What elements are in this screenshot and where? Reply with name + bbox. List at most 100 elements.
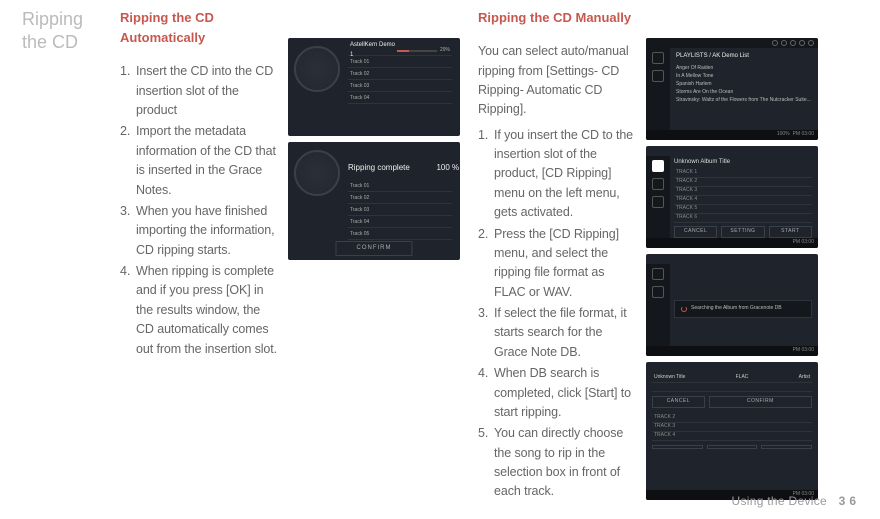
- figure-playlist: PLAYLISTS / AK Demo List Anger Of Raiden…: [646, 38, 818, 140]
- searching-label: Searching the Album from Gracenote DB: [691, 305, 782, 313]
- track-item[interactable]: TRACK 2: [654, 414, 675, 422]
- confirm-panel: Unknown Title FLAC Artist CANCEL CONFIRM…: [652, 374, 812, 488]
- playlist-list: PLAYLISTS / AK Demo List Anger Of Raiden…: [676, 52, 812, 104]
- manual-step: If you insert the CD to the insertion sl…: [478, 126, 638, 223]
- topbar-icon: [790, 40, 796, 46]
- figure-ripping-menu: Unknown Album Title TRACK 1 TRACK 2 TRAC…: [646, 146, 818, 248]
- playlist-item[interactable]: Stravinsky: Waltz of the Flowers from Th…: [676, 96, 812, 104]
- left-nav: [646, 48, 670, 130]
- album-label: AstellKern Demo 1: [350, 41, 397, 60]
- track-label: Track 04: [350, 95, 369, 103]
- start-button[interactable]: START: [769, 226, 812, 238]
- auto-step: When ripping is complete and if you pres…: [120, 262, 280, 359]
- col-manual-text: Ripping the CD Manually You can select a…: [478, 8, 638, 504]
- auto-step: Insert the CD into the CD insertion slot…: [120, 62, 280, 120]
- playlist-item[interactable]: In A Mellow Tone: [676, 72, 812, 80]
- status-time: PM 03:00: [793, 347, 814, 355]
- ripping-complete-label: Ripping complete 100 %: [348, 162, 459, 174]
- status-time: PM 03:00: [793, 239, 814, 247]
- topbar-icon: [808, 40, 814, 46]
- track-item[interactable]: TRACK 4: [676, 196, 697, 204]
- nav-icon[interactable]: [652, 178, 664, 190]
- manual-step: You can directly choose the song to rip …: [478, 424, 638, 502]
- col-flac: FLAC: [736, 374, 749, 382]
- track-item[interactable]: TRACK 1: [676, 169, 697, 177]
- status-footer: PM 03:00: [646, 346, 818, 356]
- status-footer: PM 03:00: [646, 238, 818, 248]
- manual-intro: You can select auto/manual ripping from …: [478, 42, 638, 120]
- album-header: Unknown Album Title: [674, 158, 812, 167]
- btn-placeholder[interactable]: [707, 445, 758, 449]
- progress-pct: 29%: [440, 47, 450, 55]
- track-item[interactable]: TRACK 4: [654, 432, 675, 440]
- track-label: Track 01: [350, 59, 369, 67]
- status-temp: 100%: [777, 131, 790, 139]
- sidebar-title: Ripping the CD: [22, 8, 110, 504]
- footer-section: Using the Device: [731, 494, 827, 508]
- track-item[interactable]: TRACK 2: [676, 178, 697, 186]
- dial-gauge: [294, 150, 340, 196]
- topbar-icon: [799, 40, 805, 46]
- nav-icon[interactable]: [652, 286, 664, 298]
- track-label: Track 03: [350, 207, 369, 215]
- nav-icon[interactable]: [652, 196, 664, 208]
- track-item[interactable]: TRACK 5: [676, 205, 697, 213]
- track-item[interactable]: TRACK 6: [676, 214, 697, 222]
- btn-placeholder[interactable]: [761, 445, 812, 449]
- nav-icon[interactable]: [652, 52, 664, 64]
- btn-placeholder[interactable]: [652, 445, 703, 449]
- heading-auto: Ripping the CD Automatically: [120, 8, 280, 48]
- figure-auto-progress: AstellKern Demo 1 29% Track 01 Track 02 …: [288, 38, 460, 136]
- page-number: 36: [839, 494, 860, 508]
- col-auto-text: Ripping the CD Automatically Insert the …: [120, 8, 280, 504]
- status-footer: 100% PM 03:00: [646, 130, 818, 140]
- playlist-header: PLAYLISTS / AK Demo List: [676, 52, 812, 62]
- track-label: Track 03: [350, 83, 369, 91]
- setting-button[interactable]: SETTING: [721, 226, 764, 238]
- track-label: Track 02: [350, 71, 369, 79]
- playlist-item[interactable]: Spanish Harlem: [676, 80, 812, 88]
- track-label: Track 05: [350, 231, 369, 239]
- content: Ripping the CD Automatically Insert the …: [120, 8, 862, 504]
- nav-icon[interactable]: [652, 268, 664, 280]
- confirm-button[interactable]: CONFIRM: [709, 396, 812, 408]
- figure-confirm: Unknown Title FLAC Artist CANCEL CONFIRM…: [646, 362, 818, 500]
- auto-step: When you have finished importing the inf…: [120, 202, 280, 260]
- page-root: Ripping the CD Ripping the CD Automatica…: [22, 8, 862, 504]
- col-artist: Artist: [799, 374, 810, 382]
- nav-icon[interactable]: [652, 70, 664, 82]
- auto-tracklist: AstellKern Demo 1 29% Track 01 Track 02 …: [348, 46, 452, 104]
- manual-step: Press the [CD Ripping] menu, and select …: [478, 225, 638, 303]
- confirm-button[interactable]: CONFIRM: [336, 241, 413, 256]
- confirm-header: Unknown Title: [654, 374, 685, 382]
- figure-auto-complete: Ripping complete 100 % Track 01 Track 02…: [288, 142, 460, 260]
- steps-manual: If you insert the CD to the insertion sl…: [478, 126, 638, 502]
- steps-auto: Insert the CD into the CD insertion slot…: [120, 62, 280, 359]
- playlist-item[interactable]: Storms Are On the Ocean: [676, 88, 812, 96]
- auto-step: Import the metadata information of the C…: [120, 122, 280, 200]
- cd-ripping-nav-icon[interactable]: [652, 160, 664, 172]
- track-label: Track 04: [350, 219, 369, 227]
- page-footer: Using the Device 36: [731, 492, 860, 511]
- cd-ripping-panel: Unknown Album Title TRACK 1 TRACK 2 TRAC…: [674, 158, 812, 236]
- sidebar-title-line2: the CD: [22, 32, 78, 52]
- manual-step: When DB search is completed, click [Star…: [478, 364, 638, 422]
- status-time: PM 03:00: [793, 131, 814, 139]
- progress-pct: 100 %: [436, 163, 459, 172]
- cancel-button[interactable]: CANCEL: [652, 396, 705, 408]
- topbar-icon: [772, 40, 778, 46]
- manual-step: If select the file format, it starts sea…: [478, 304, 638, 362]
- sidebar-title-line1: Ripping: [22, 9, 83, 29]
- dial-gauge: [294, 46, 340, 92]
- window-topbar: [646, 38, 818, 48]
- cancel-button[interactable]: CANCEL: [674, 226, 717, 238]
- playlist-item[interactable]: Anger Of Raiden: [676, 64, 812, 72]
- searching-banner: Searching the Album from Gracenote DB: [674, 300, 812, 318]
- track-item[interactable]: TRACK 3: [654, 423, 675, 431]
- left-nav: [646, 264, 670, 346]
- heading-manual: Ripping the CD Manually: [478, 8, 638, 28]
- col-auto-figures: AstellKern Demo 1 29% Track 01 Track 02 …: [288, 8, 460, 504]
- figure-searching: Searching the Album from Gracenote DB PM…: [646, 254, 818, 356]
- track-item[interactable]: TRACK 3: [676, 187, 697, 195]
- track-label: Track 01: [350, 183, 369, 191]
